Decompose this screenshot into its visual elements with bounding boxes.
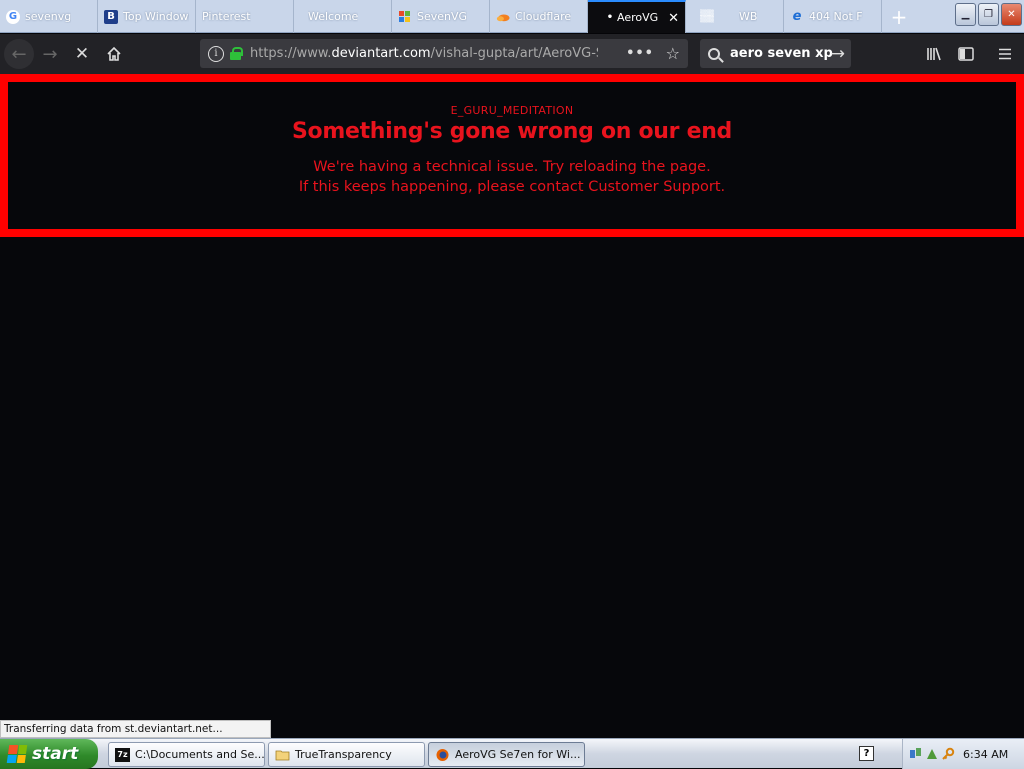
taskbar-item-7zip[interactable]: 7z C:\Documents and Se...: [108, 742, 265, 767]
close-tab-icon[interactable]: ✕: [668, 11, 679, 26]
home-button[interactable]: [98, 38, 130, 70]
status-bar: Transferring data from st.deviantart.net…: [0, 720, 271, 738]
error-title: Something's gone wrong on our end: [291, 119, 733, 144]
start-button[interactable]: start: [0, 739, 98, 769]
error-banner: E_GURU_MEDITATION Something's gone wrong…: [0, 74, 1024, 237]
tab-cloudflare[interactable]: Cloudflare: [490, 0, 588, 33]
tab-strip: G sevenvg B Top Windows Pinterest Welcom…: [0, 0, 1024, 33]
url-domain: deviantart.com: [331, 46, 431, 61]
search-input[interactable]: aero seven xp: [730, 46, 833, 61]
tab-title: Pinterest: [202, 10, 251, 23]
minimize-button[interactable]: ▁: [955, 3, 976, 26]
nav-bar: ← → ✕ i https://www.deviantart.com/visha…: [0, 34, 1024, 74]
binary-icon: ▒▒▒ ▒▒▒: [700, 9, 714, 23]
search-icon: [708, 47, 720, 60]
library-icon[interactable]: [920, 40, 948, 68]
restore-button[interactable]: ❐: [978, 3, 999, 26]
web-icon: e: [792, 9, 802, 24]
taskbar-item-label: TrueTransparency: [295, 748, 392, 761]
url-prefix: https://www.: [250, 46, 332, 61]
tab-sevenvg-2[interactable]: SevenVG: [392, 0, 490, 33]
menu-icon[interactable]: [991, 40, 1019, 68]
search-go-icon[interactable]: →: [831, 44, 845, 64]
page-actions-icon[interactable]: •••: [626, 46, 654, 61]
search-bar[interactable]: aero seven xp →: [700, 39, 851, 68]
url-bar[interactable]: i https://www.deviantart.com/vishal-gupt…: [200, 39, 688, 68]
cloudflare-icon: [496, 10, 510, 24]
tab-welcome[interactable]: Welcome: [294, 0, 392, 33]
clock[interactable]: 6:34 AM: [963, 748, 1008, 761]
tab-title: Top Windows: [123, 10, 189, 23]
info-icon[interactable]: i: [208, 45, 224, 62]
tab-sevenvg[interactable]: G sevenvg: [0, 0, 98, 33]
new-tab-button[interactable]: +: [882, 0, 916, 33]
error-message-line-2: If this keeps happening, please contact …: [298, 179, 726, 195]
7zip-icon: 7z: [115, 747, 130, 762]
tab-title: SevenVG: [417, 10, 468, 23]
sidebar-icon[interactable]: [952, 40, 980, 68]
tab-title: WB: [739, 10, 758, 23]
google-icon: G: [6, 9, 20, 24]
home-icon: [107, 46, 121, 61]
tab-pinterest[interactable]: Pinterest: [196, 0, 294, 33]
back-button[interactable]: ←: [4, 39, 34, 69]
update-icon[interactable]: [925, 747, 939, 761]
network-icon[interactable]: [909, 747, 923, 761]
help-icon[interactable]: ?: [859, 746, 874, 761]
url-text[interactable]: https://www.deviantart.com/vishal-gupta/…: [250, 46, 598, 61]
tab-top-windows[interactable]: B Top Windows: [98, 0, 196, 33]
tab-title: sevenvg: [25, 10, 72, 23]
taskbar-item-label: AeroVG Se7en for Wi...: [455, 748, 581, 761]
lock-icon[interactable]: [230, 47, 243, 60]
forward-button[interactable]: →: [34, 38, 66, 70]
url-path: /vishal-gupta/art/AeroVG-Se7en: [430, 46, 598, 61]
tab-aerovg[interactable]: • AeroVG ✕: [588, 0, 686, 33]
close-window-button[interactable]: ✕: [1001, 3, 1022, 26]
bookmark-star-icon[interactable]: ☆: [666, 44, 680, 63]
taskbar-item-label: C:\Documents and Se...: [135, 748, 265, 761]
start-label: start: [32, 744, 79, 764]
windows-flag-icon: [398, 10, 412, 24]
windows-flag-icon: [6, 745, 28, 763]
taskbar-item-aerovg[interactable]: AeroVG Se7en for Wi...: [428, 742, 585, 767]
taskbar-item-truetransparency[interactable]: TrueTransparency: [268, 742, 425, 767]
tabs: G sevenvg B Top Windows Pinterest Welcom…: [0, 0, 916, 33]
error-code: E_GURU_MEDITATION: [450, 104, 574, 117]
folder-icon: [275, 748, 290, 762]
tab-title: AeroVG: [617, 11, 659, 24]
document-icon: B: [104, 9, 118, 24]
taskbar: start 7z C:\Documents and Se... TrueTran…: [0, 738, 1024, 769]
system-tray: 6:34 AM: [902, 739, 1024, 769]
tab-wb[interactable]: ▒▒▒ ▒▒▒ WB: [686, 0, 784, 33]
page-content: E_GURU_MEDITATION Something's gone wrong…: [0, 74, 1024, 768]
firefox-icon: [435, 748, 450, 762]
loading-dot-icon: •: [606, 12, 614, 23]
error-message-line-1: We're having a technical issue. Try relo…: [313, 159, 711, 175]
key-icon[interactable]: [941, 747, 955, 761]
stop-button[interactable]: ✕: [66, 38, 98, 70]
tab-404[interactable]: e 404 Not F: [784, 0, 882, 33]
window-controls: ▁ ❐ ✕: [955, 3, 1022, 26]
tab-title: 404 Not F: [809, 10, 863, 23]
tab-title: Cloudflare: [515, 10, 572, 23]
tab-title: Welcome: [308, 10, 359, 23]
